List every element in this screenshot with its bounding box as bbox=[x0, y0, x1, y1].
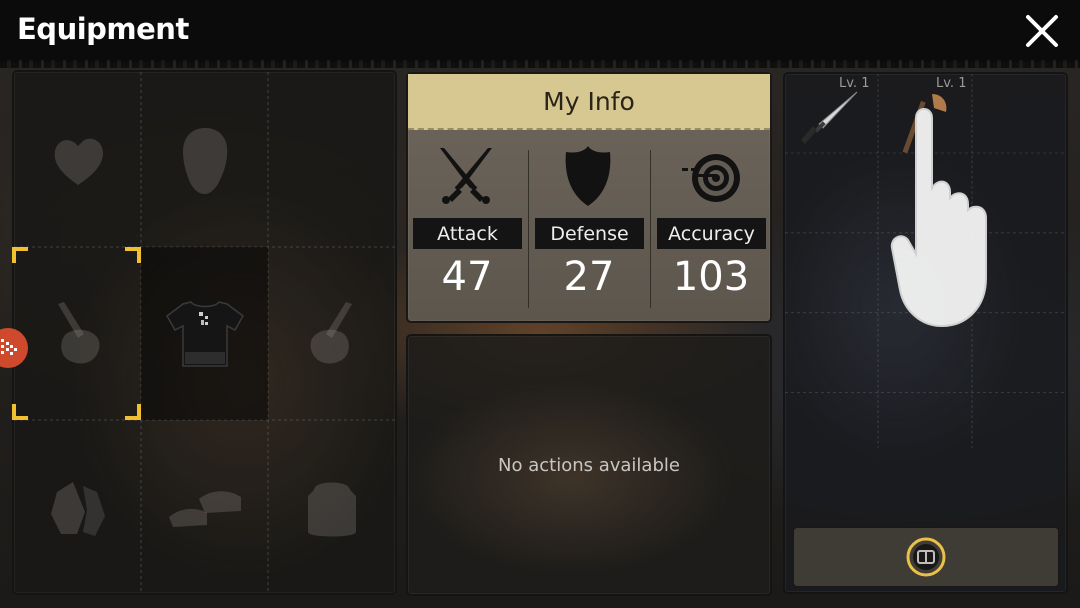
inventory-slot-knife[interactable]: Lv. 1 bbox=[785, 74, 878, 167]
stat-label-accuracy: Accuracy bbox=[657, 218, 766, 249]
stat-divider bbox=[528, 150, 529, 308]
page-title: Equipment bbox=[17, 12, 189, 46]
shield-icon bbox=[565, 146, 611, 206]
inventory-slot-axe[interactable]: Lv. 1 bbox=[878, 74, 972, 167]
stat-attack: Attack 47 bbox=[408, 130, 528, 320]
equip-slot-right-hand[interactable] bbox=[268, 247, 395, 420]
equip-slot-feet[interactable] bbox=[141, 420, 268, 593]
bag-icon bbox=[906, 537, 946, 577]
crossed-swords-icon bbox=[440, 148, 492, 204]
stat-value-accuracy: 103 bbox=[672, 254, 750, 300]
equip-slot-back[interactable] bbox=[268, 420, 395, 593]
knife-icon bbox=[801, 91, 858, 144]
stat-defense: Defense 27 bbox=[530, 130, 650, 320]
head-silhouette-icon bbox=[182, 127, 227, 194]
target-icon bbox=[682, 154, 740, 202]
selection-bracket-tl bbox=[12, 247, 28, 263]
equip-slot-body[interactable] bbox=[141, 247, 268, 420]
shoes-icon bbox=[168, 490, 241, 527]
my-info-header: My Info bbox=[408, 74, 770, 130]
t-shirt-icon bbox=[165, 300, 244, 367]
stat-value-attack: 47 bbox=[441, 254, 493, 300]
bag-button[interactable] bbox=[793, 527, 1059, 587]
equip-slot-hands[interactable] bbox=[14, 420, 141, 593]
stat-label-attack: Attack bbox=[413, 218, 522, 249]
actions-panel: No actions available bbox=[406, 334, 772, 596]
equip-slot-head-alt[interactable] bbox=[14, 72, 141, 247]
selection-bracket-tr bbox=[125, 247, 141, 263]
my-info-panel: My Info Attack 47 Defense 27 Accuracy 10… bbox=[406, 72, 772, 323]
stat-label-defense: Defense bbox=[535, 218, 644, 249]
inventory-panel: Lv. 1 Lv. 1 bbox=[783, 72, 1068, 594]
close-icon bbox=[1026, 15, 1058, 47]
axe-icon bbox=[902, 94, 947, 154]
grid-dots-icon bbox=[1, 339, 17, 355]
equip-slot-empty-top-right[interactable] bbox=[268, 72, 395, 247]
hand-weapon-icon bbox=[57, 301, 99, 363]
equipment-panel bbox=[12, 70, 397, 595]
hand-weapon-icon bbox=[310, 301, 352, 363]
stat-value-defense: 27 bbox=[563, 254, 615, 300]
my-info-title: My Info bbox=[543, 86, 635, 116]
equip-slot-head[interactable] bbox=[141, 72, 268, 247]
gloves-icon bbox=[50, 481, 105, 536]
equip-slot-left-hand[interactable] bbox=[14, 247, 141, 420]
no-actions-text: No actions available bbox=[498, 455, 680, 476]
selection-bracket-bl bbox=[12, 404, 28, 420]
stat-accuracy: Accuracy 103 bbox=[652, 130, 772, 320]
heart-shape-icon bbox=[54, 138, 103, 185]
backpack-icon bbox=[307, 482, 356, 536]
selection-bracket-br bbox=[125, 404, 141, 420]
close-button[interactable] bbox=[1018, 8, 1066, 54]
stat-divider bbox=[650, 150, 651, 308]
